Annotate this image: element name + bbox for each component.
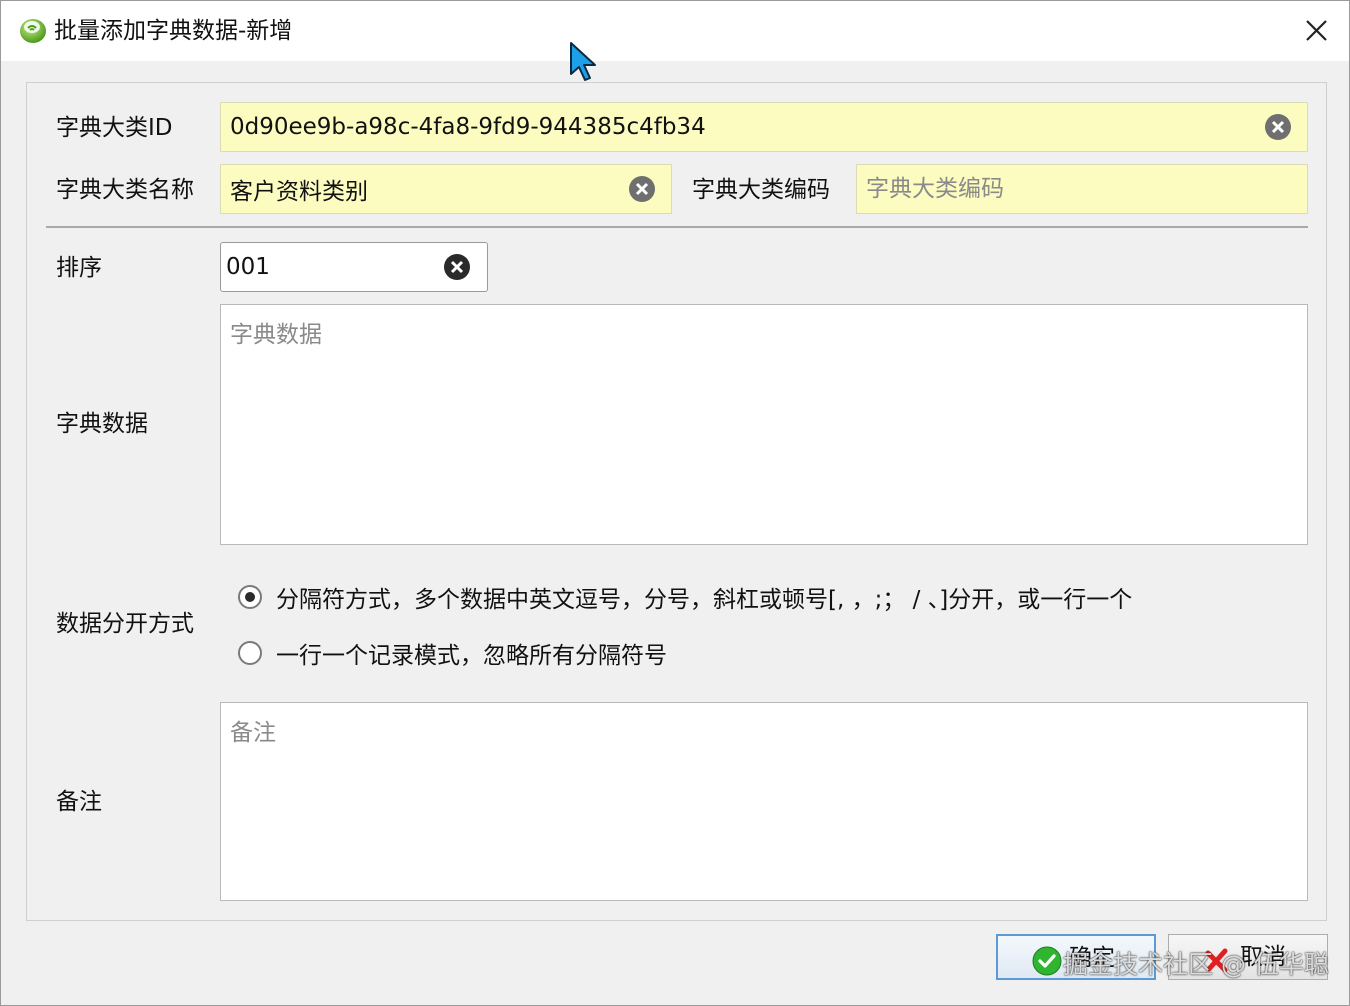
category-id-field[interactable] xyxy=(220,102,1308,152)
category-code-input[interactable] xyxy=(857,165,1307,213)
check-circle-icon xyxy=(1032,946,1062,976)
category-name-label: 字典大类名称 xyxy=(56,177,194,203)
remarks-label: 备注 xyxy=(56,789,102,815)
title-bar: 批量添加字典数据-新增 xyxy=(1,1,1349,61)
category-code-label: 字典大类编码 xyxy=(692,177,830,203)
form-panel: 字典大类ID 字典大类名称 字典大类编码 排序 xyxy=(26,82,1327,921)
window-title: 批量添加字典数据-新增 xyxy=(54,18,293,44)
dict-data-label: 字典数据 xyxy=(56,411,148,437)
clear-icon[interactable] xyxy=(443,253,471,281)
dialog-window: 批量添加字典数据-新增 字典大类ID 字典大类名称 字典大类编码 xyxy=(0,0,1350,1006)
split-mode-option-delimiter[interactable]: 分隔符方式，多个数据中英文逗号，分号，斜杠或顿号[, ，;； / 、]分开，或一… xyxy=(238,580,1132,614)
remarks-textarea[interactable] xyxy=(221,703,1307,900)
split-mode-option-label: 分隔符方式，多个数据中英文逗号，分号，斜杠或顿号[, ，;； / 、]分开，或一… xyxy=(276,587,1133,613)
category-name-input[interactable] xyxy=(221,165,671,213)
split-mode-option-label: 一行一个记录模式，忽略所有分隔符号 xyxy=(276,643,667,669)
close-icon[interactable] xyxy=(1295,13,1337,51)
dict-data-field[interactable] xyxy=(220,304,1308,545)
split-mode-option-line[interactable]: 一行一个记录模式，忽略所有分隔符号 xyxy=(238,636,667,670)
sort-label: 排序 xyxy=(56,255,102,281)
split-mode-label: 数据分开方式 xyxy=(56,611,194,637)
clear-icon[interactable] xyxy=(1264,113,1292,141)
divider xyxy=(46,226,1308,228)
category-name-field[interactable] xyxy=(220,164,672,214)
category-id-input[interactable] xyxy=(221,103,1307,151)
category-id-label: 字典大类ID xyxy=(56,115,173,141)
dict-data-textarea[interactable] xyxy=(221,305,1307,544)
sort-field[interactable] xyxy=(220,242,488,292)
radio-button-checked[interactable] xyxy=(238,585,262,609)
watermark-text: 掘金技术社区 @ 伍华聪 xyxy=(1063,950,1329,979)
mouse-cursor-icon xyxy=(570,42,596,81)
app-icon xyxy=(20,19,46,43)
radio-button[interactable] xyxy=(238,641,262,665)
clear-icon[interactable] xyxy=(628,175,656,203)
remarks-field[interactable] xyxy=(220,702,1308,901)
category-code-field[interactable] xyxy=(856,164,1308,214)
